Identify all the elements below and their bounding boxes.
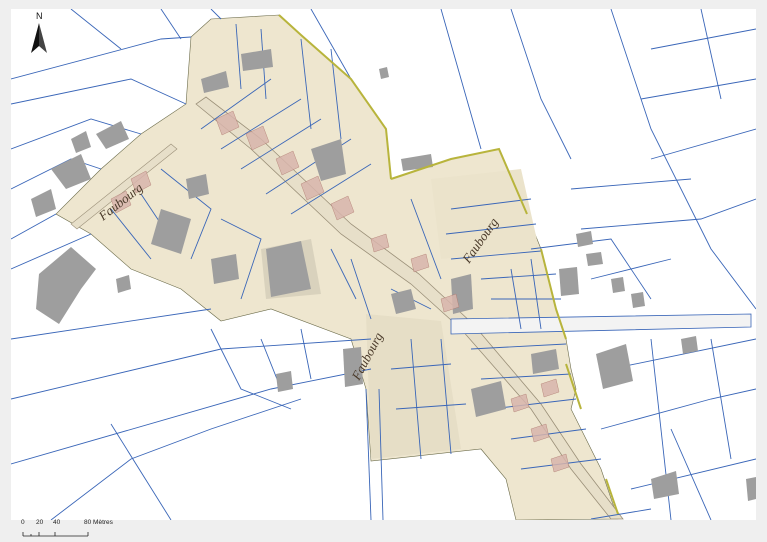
map-canvas[interactable]: Faubourg Faubourg Faubourg (11, 9, 756, 520)
north-label: N (36, 11, 43, 21)
old-plan-overlay (55, 14, 619, 520)
scale-bar-graphic (22, 532, 89, 537)
old-plan-area (55, 14, 619, 520)
scale-bar: 0 20 40 80 Mètres (18, 519, 128, 541)
cadastral-map[interactable]: Faubourg Faubourg Faubourg N (11, 9, 756, 520)
